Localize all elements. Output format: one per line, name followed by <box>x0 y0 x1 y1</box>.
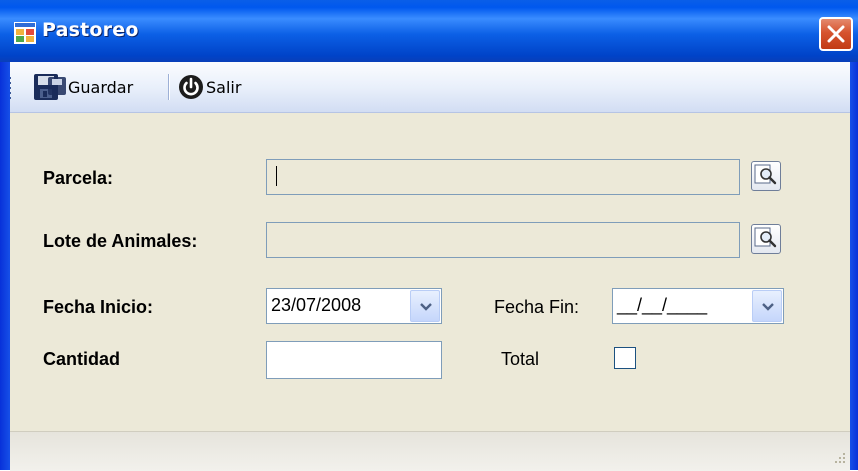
status-bar <box>10 431 850 471</box>
fecha-inicio-dropdown-button[interactable] <box>410 290 440 322</box>
close-icon <box>827 25 845 43</box>
fecha-inicio-value: 23/07/2008 <box>271 295 362 315</box>
lote-label: Lote de Animales: <box>43 231 198 251</box>
app-window-icon <box>14 22 36 44</box>
window-title: Pastoreo <box>42 19 139 41</box>
resize-grip-icon[interactable] <box>832 450 846 464</box>
fecha-fin-dropdown-button[interactable] <box>752 290 782 322</box>
total-label: Total <box>501 349 540 369</box>
fecha-fin-label: Fecha Fin: <box>494 297 580 317</box>
cantidad-field[interactable] <box>266 341 442 379</box>
parcela-field[interactable] <box>266 159 740 195</box>
window: Pastoreo Guardar Salir Parcela: Lote de … <box>0 0 858 471</box>
parcela-label: Parcela: <box>43 168 114 188</box>
magnifier-icon <box>754 227 777 248</box>
fecha-fin-picker[interactable]: __/__/____ <box>612 288 784 324</box>
parcela-lookup-button[interactable] <box>751 161 781 191</box>
fecha-inicio-picker[interactable]: 23/07/2008 <box>266 288 442 324</box>
power-icon <box>179 75 203 99</box>
window-border-right <box>850 62 858 470</box>
lote-field[interactable] <box>266 222 740 258</box>
chevron-down-icon <box>762 303 774 311</box>
chevron-down-icon <box>420 303 432 311</box>
save-button[interactable]: Guardar <box>34 72 133 102</box>
title-bar[interactable]: Pastoreo <box>0 0 858 62</box>
close-button[interactable] <box>819 17 853 51</box>
cantidad-label: Cantidad <box>43 349 121 369</box>
exit-label: Salir <box>206 77 242 97</box>
total-checkbox[interactable] <box>614 347 636 369</box>
toolbar-separator <box>168 74 169 100</box>
lote-lookup-button[interactable] <box>751 224 781 254</box>
magnifier-icon <box>754 164 777 185</box>
fecha-fin-value: __/__/____ <box>617 295 708 315</box>
exit-button[interactable]: Salir <box>178 72 241 102</box>
window-border-left <box>0 62 10 470</box>
fecha-inicio-label: Fecha Inicio: <box>43 297 154 317</box>
save-label: Guardar <box>68 77 134 97</box>
text-caret <box>276 166 277 186</box>
save-icon <box>34 74 66 100</box>
